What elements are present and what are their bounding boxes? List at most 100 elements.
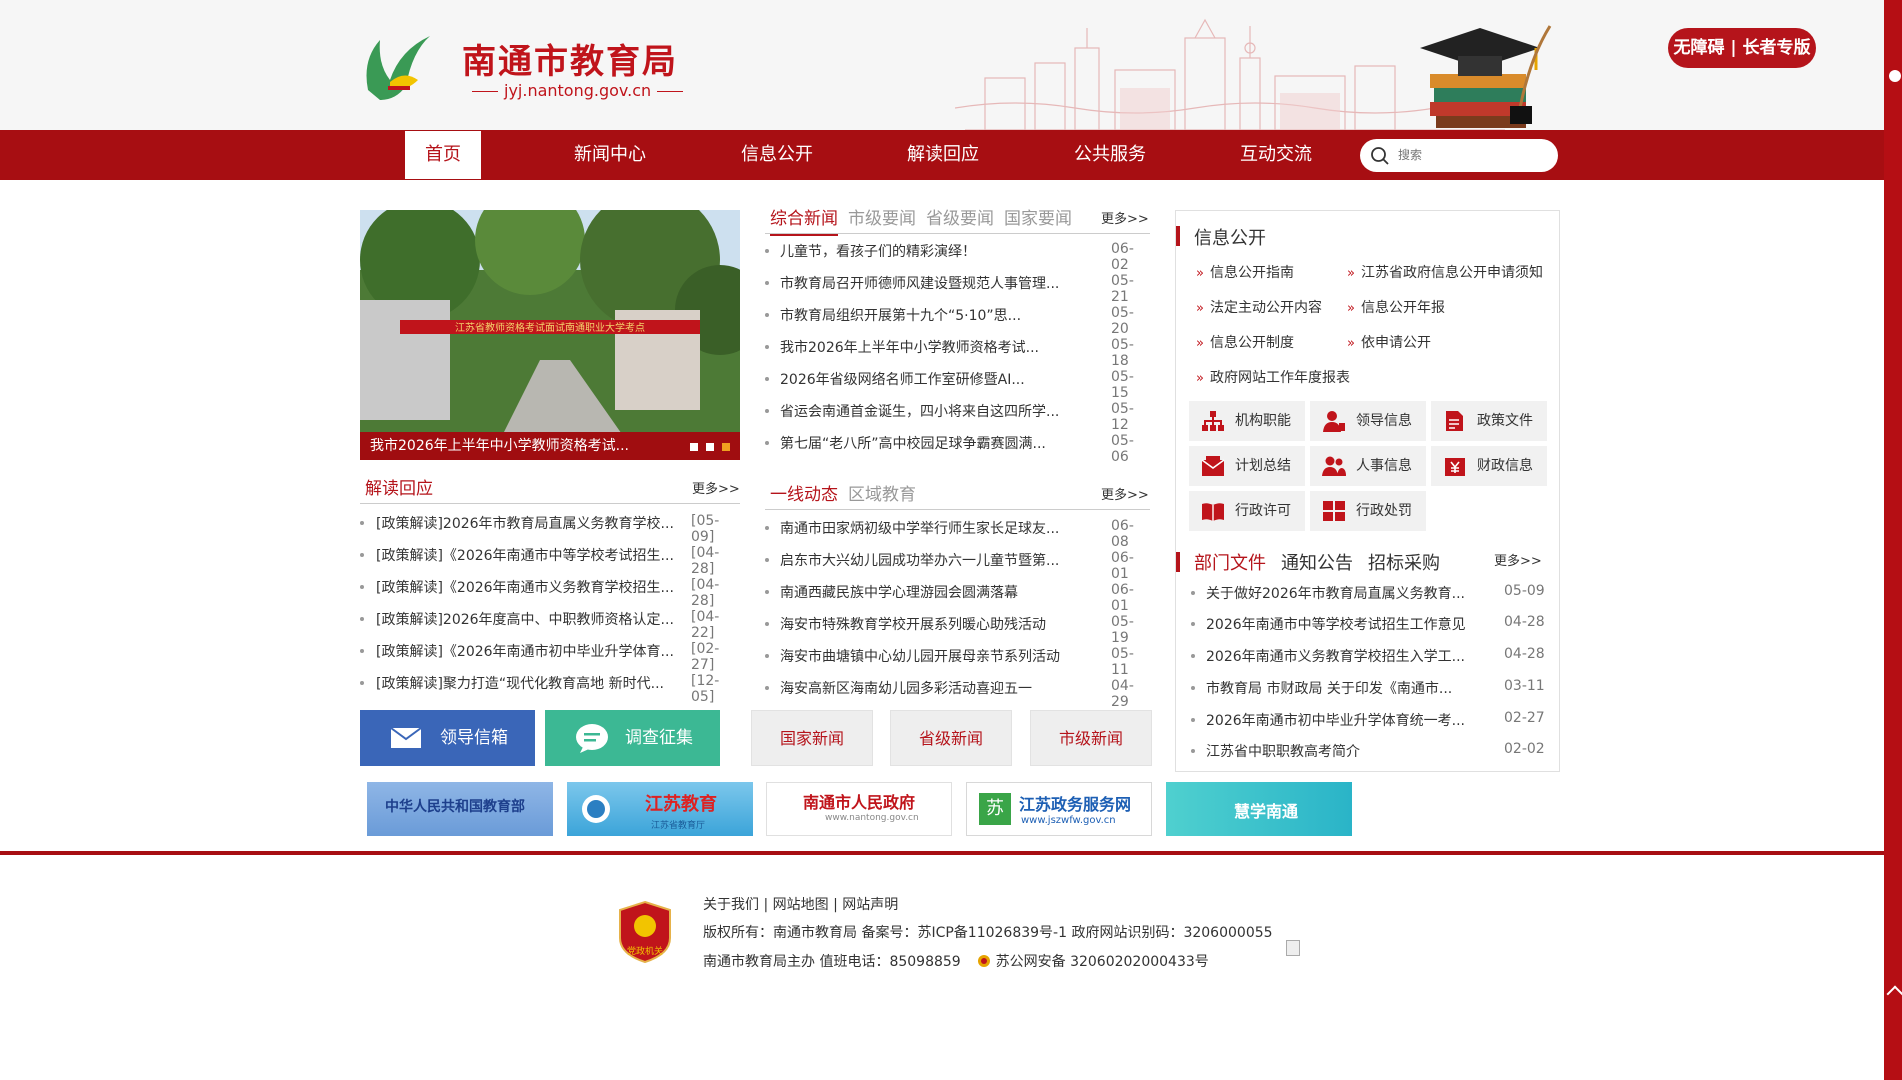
tab-regional-education[interactable]: 区域教育 xyxy=(848,480,916,505)
info-link-statutory-content[interactable]: » 法定主动公开内容 xyxy=(1196,297,1322,317)
envelope-icon xyxy=(1201,456,1225,476)
city-news-button[interactable]: 市级新闻 xyxy=(1030,710,1152,766)
list-item[interactable]: 南通西藏民族中学心理游园会圆满落幕 06-01 xyxy=(765,582,1150,614)
leader-mailbox-button[interactable]: 领导信箱 xyxy=(360,710,535,766)
site-header: 南通市教育局 jyj.nantong.gov.cn 无障碍 | 长者专版 xyxy=(0,0,1884,130)
slide-dot[interactable] xyxy=(690,443,698,451)
mail-icon xyxy=(390,727,422,748)
grid-admin-penalty[interactable]: 行政处罚 xyxy=(1310,491,1426,531)
list-item[interactable]: 第七届“老八所”高中校园足球争霸赛圆满... 05-06 xyxy=(765,433,1150,465)
accessibility-elder-mode-button[interactable]: 无障碍 | 长者专版 xyxy=(1668,28,1816,68)
education-bureau-logo-icon xyxy=(366,36,430,100)
nav-public-service[interactable]: 公共服务 xyxy=(1060,130,1160,180)
provincial-news-button[interactable]: 省级新闻 xyxy=(890,710,1012,766)
interpretation-title[interactable]: 解读回应 xyxy=(365,474,433,499)
emblem-icon xyxy=(582,795,610,823)
police-record-link[interactable]: 苏公网安备 32060202000433号 xyxy=(996,954,1209,970)
party-government-emblem-icon[interactable]: 党政机关 xyxy=(618,900,672,964)
footer-host: 南通市教育局主办 值班电话：85098859 苏公网安备 32060202000… xyxy=(703,954,1209,970)
grid-leader-info[interactable]: 领导信息 xyxy=(1310,401,1426,441)
grid-personnel-info[interactable]: 人事信息 xyxy=(1310,446,1426,486)
list-item[interactable]: 市教育局召开师德师风建设暨规范人事管理... 05-21 xyxy=(765,273,1150,305)
frontline-more-link[interactable]: 更多>> xyxy=(1101,484,1149,503)
police-badge-icon xyxy=(978,955,991,967)
tab-city-news[interactable]: 市级要闻 xyxy=(848,204,916,229)
section-marker xyxy=(1176,552,1180,572)
nav-interaction[interactable]: 互动交流 xyxy=(1226,130,1326,180)
info-link-system[interactable]: » 信息公开制度 xyxy=(1196,332,1294,352)
grid-admin-license[interactable]: 行政许可 xyxy=(1189,491,1305,531)
info-link-guide[interactable]: » 信息公开指南 xyxy=(1196,262,1294,282)
link-ministry-of-education[interactable]: 中华人民共和国教育部 xyxy=(367,782,553,836)
interpretation-section-header: 解读回应 更多>> xyxy=(360,472,740,504)
nav-info-public[interactable]: 信息公开 xyxy=(727,130,827,180)
tab-department-files[interactable]: 部门文件 xyxy=(1194,549,1266,575)
link-smart-learning-nantong[interactable]: 慧学南通 xyxy=(1166,782,1352,836)
list-item[interactable]: 海安市曲塘镇中心幼儿园开展母亲节系列活动 05-11 xyxy=(765,646,1150,678)
list-item[interactable]: [政策解读]聚力打造“现代化教育高地 新时代... [12-05] xyxy=(360,673,740,705)
search-input[interactable] xyxy=(1398,145,1548,165)
list-item[interactable]: 2026年南通市中等学校考试招生工作意见 04-28 xyxy=(1191,614,1546,636)
broken-image-icon xyxy=(1286,940,1300,956)
list-item[interactable]: 省运会南通首金诞生，四小将来自这四所学... 05-12 xyxy=(765,401,1150,433)
info-link-website-report[interactable]: » 政府网站工作年度报表 xyxy=(1196,367,1350,387)
search-icon[interactable] xyxy=(1370,146,1390,166)
tab-notices[interactable]: 通知公告 xyxy=(1281,549,1353,575)
news-more-link[interactable]: 更多>> xyxy=(1101,208,1149,227)
search-box xyxy=(1360,139,1558,172)
list-item[interactable]: 南通市田家炳初级中学举行师生家长足球友... 06-08 xyxy=(765,518,1150,550)
list-item[interactable]: [政策解读]《2026年南通市义务教育学校招生... [04-28] xyxy=(360,577,740,609)
tab-general-news[interactable]: 综合新闻 xyxy=(770,204,838,236)
user-icon[interactable] xyxy=(1889,70,1901,82)
link-jiangsu-education[interactable]: 江苏教育 江苏省教育厅 xyxy=(567,782,753,836)
people-icon xyxy=(1322,456,1346,476)
footer-links[interactable]: 关于我们 | 网站地图 | 网站声明 xyxy=(703,894,898,914)
list-item[interactable]: 我市2026年上半年中小学教师资格考试... 05-18 xyxy=(765,337,1150,369)
grid-icon xyxy=(1323,501,1345,521)
news-slideshow[interactable]: 江苏省教师资格考试面试南通职业大学考点 我市2026年上半年中小学教师资格考试.… xyxy=(360,210,740,460)
slide-dot[interactable] xyxy=(706,443,714,451)
info-link-apply[interactable]: » 依申请公开 xyxy=(1347,332,1431,352)
list-item[interactable]: 市教育局组织开展第十九个“5·10”思... 05-20 xyxy=(765,305,1150,337)
interpretation-more-link[interactable]: 更多>> xyxy=(692,478,740,497)
info-link-application-notice[interactable]: » 江苏省政府信息公开申请须知 xyxy=(1347,262,1543,282)
national-news-button[interactable]: 国家新闻 xyxy=(751,710,873,766)
list-item[interactable]: 2026年南通市初中毕业升学体育统一考... 02-27 xyxy=(1191,710,1546,732)
list-item[interactable]: 江苏省中职职教高考简介 02-02 xyxy=(1191,741,1546,763)
list-item[interactable]: 2026年省级网络名师工作室研修暨AI... 05-15 xyxy=(765,369,1150,401)
site-title: 南通市教育局 xyxy=(462,42,678,82)
grid-plan-summary[interactable]: 计划总结 xyxy=(1189,446,1305,486)
grid-finance-info[interactable]: 财政信息 xyxy=(1431,446,1547,486)
list-item[interactable]: [政策解读]《2026年南通市中等学校考试招生... [04-28] xyxy=(360,545,740,577)
list-item[interactable]: 儿童节，看孩子们的精彩演绎！ 06-02 xyxy=(765,241,1150,273)
list-item[interactable]: 海安高新区海南幼儿园多彩活动喜迎五一 04-29 xyxy=(765,678,1150,710)
link-nantong-government[interactable]: 南通市人民政府 www.nantong.gov.cn xyxy=(766,782,952,836)
list-item[interactable]: 关于做好2026年市教育局直属义务教育... 05-09 xyxy=(1191,583,1546,605)
site-domain: jyj.nantong.gov.cn xyxy=(466,81,689,100)
tab-province-news[interactable]: 省级要闻 xyxy=(926,204,994,229)
list-item[interactable]: [政策解读]《2026年南通市初中毕业升学体育... [02-27] xyxy=(360,641,740,673)
nav-home[interactable]: 首页 xyxy=(405,131,481,179)
leader-icon xyxy=(1323,411,1345,432)
list-item[interactable]: 海安市特殊教育学校开展系列暖心助残活动 05-19 xyxy=(765,614,1150,646)
nav-interpretation[interactable]: 解读回应 xyxy=(893,130,993,180)
slide-caption[interactable]: 我市2026年上半年中小学教师资格考试... xyxy=(360,432,740,460)
list-item[interactable]: [政策解读]2026年度高中、中职教师资格认定... [04-22] xyxy=(360,609,740,641)
grid-policy-files[interactable]: 政策文件 xyxy=(1431,401,1547,441)
survey-button[interactable]: 调查征集 xyxy=(545,710,720,766)
nav-news-center[interactable]: 新闻中心 xyxy=(560,130,660,180)
grid-org-function[interactable]: 机构职能 xyxy=(1189,401,1305,441)
info-link-annual-report[interactable]: » 信息公开年报 xyxy=(1347,297,1445,317)
tab-frontline[interactable]: 一线动态 xyxy=(770,480,838,505)
list-item[interactable]: 市教育局 市财政局 关于印发《南通市... 03-11 xyxy=(1191,678,1546,700)
list-item[interactable]: 启东市大兴幼儿园成功举办六一儿童节暨第... 06-01 xyxy=(765,550,1150,582)
link-jiangsu-gov-service[interactable]: 苏 江苏政务服务网 www.jszwfw.gov.cn xyxy=(966,782,1152,836)
list-item[interactable]: [政策解读]2026年市教育局直属义务教育学校... [05-09] xyxy=(360,513,740,545)
tab-tenders[interactable]: 招标采购 xyxy=(1368,549,1440,575)
slide-dot-active[interactable] xyxy=(722,443,730,451)
dept-more-link[interactable]: 更多>> xyxy=(1494,550,1542,569)
list-item[interactable]: 2026年南通市义务教育学校招生入学工... 04-28 xyxy=(1191,646,1546,668)
section-marker xyxy=(1176,226,1180,246)
slide-photo: 江苏省教师资格考试面试南通职业大学考点 xyxy=(360,210,740,460)
tab-national-news[interactable]: 国家要闻 xyxy=(1004,204,1072,229)
